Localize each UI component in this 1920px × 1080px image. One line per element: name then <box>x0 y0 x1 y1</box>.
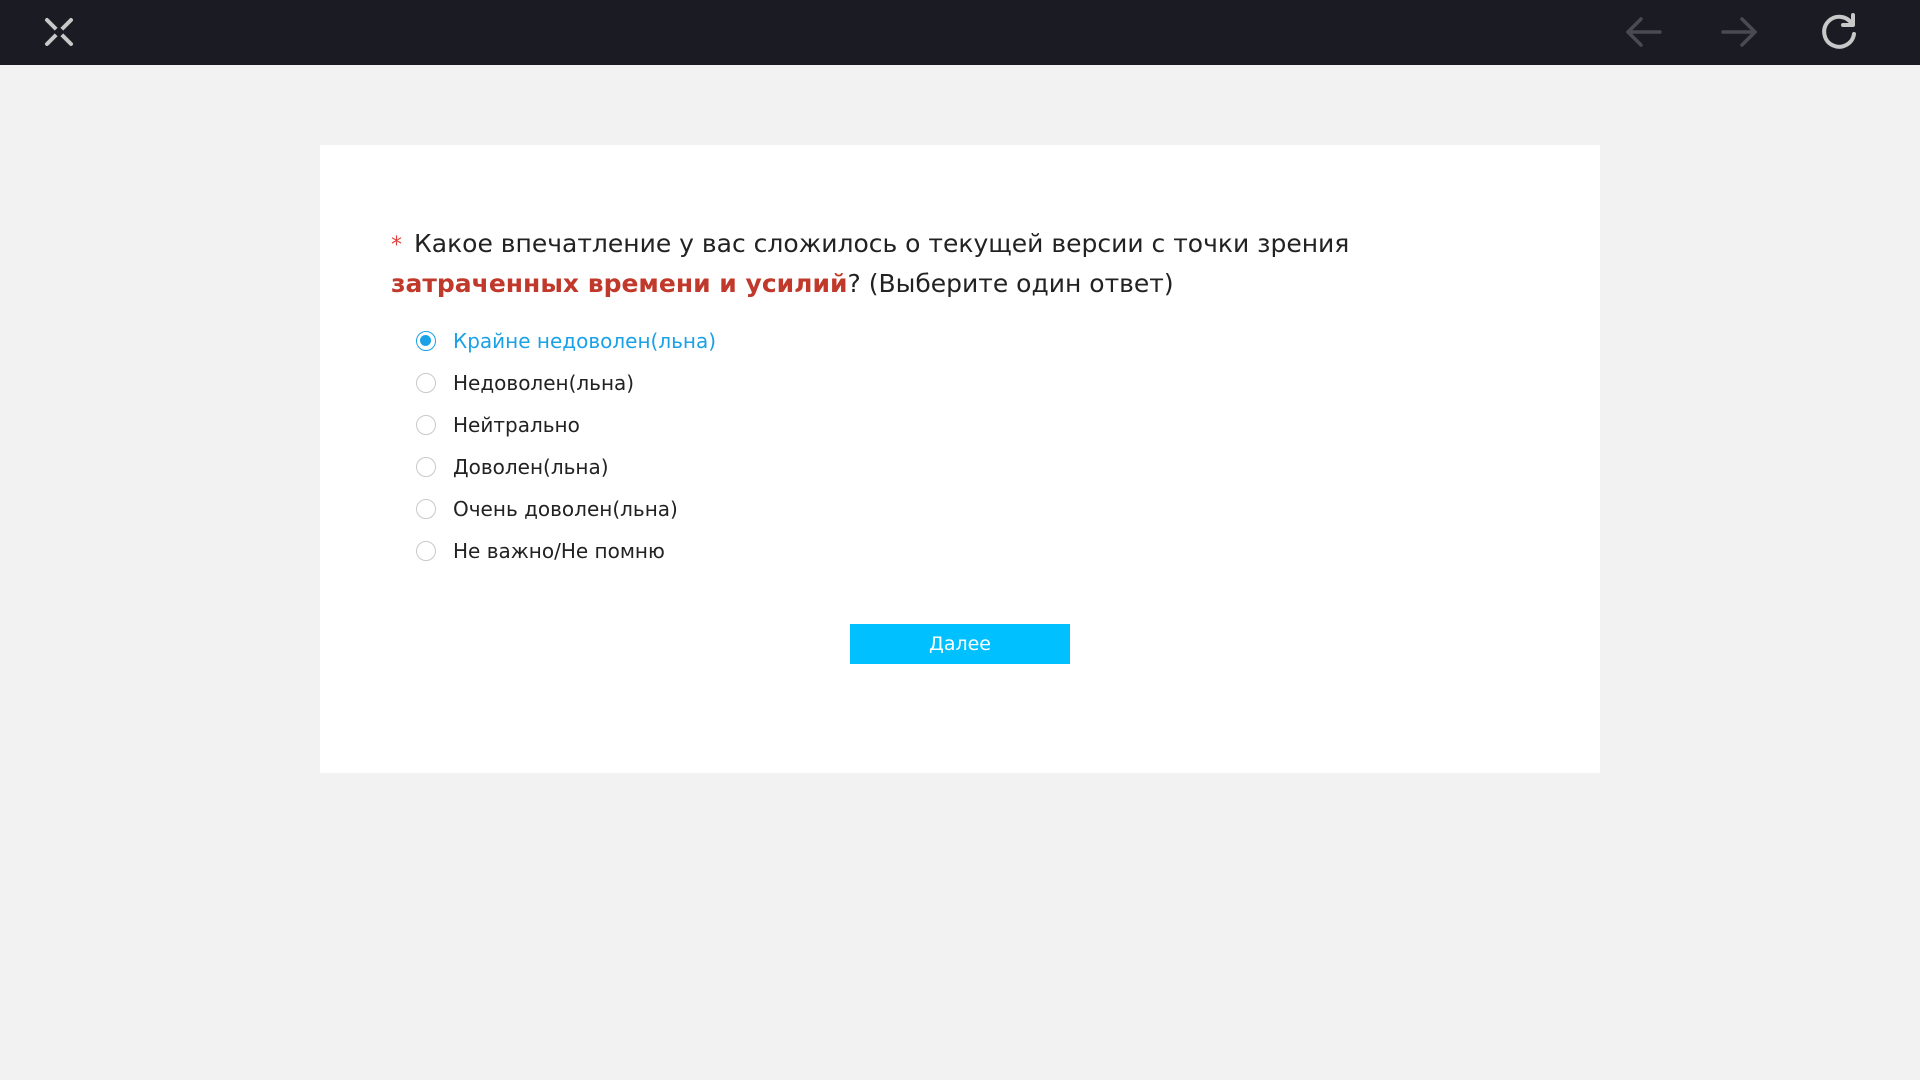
radio-button[interactable] <box>416 415 436 435</box>
next-button[interactable]: Далее <box>850 624 1070 664</box>
option-label: Недоволен(льна) <box>453 371 635 395</box>
question-highlight: затраченных времени и усилий <box>391 269 848 298</box>
option-very-satisfied[interactable]: Очень доволен(льна) <box>416 488 1116 530</box>
option-label: Очень доволен(льна) <box>453 497 678 521</box>
required-mark: * <box>391 233 402 258</box>
radio-button[interactable] <box>416 373 436 393</box>
close-icon[interactable] <box>35 8 83 56</box>
reload-icon[interactable] <box>1815 8 1863 56</box>
radio-button[interactable] <box>416 331 436 351</box>
survey-card: * Какое впечатление у вас сложилось о тек… <box>320 145 1600 773</box>
option-label: Нейтрально <box>453 413 580 437</box>
option-dont-care[interactable]: Не важно/Не помню <box>416 530 1116 572</box>
option-neutral[interactable]: Нейтрально <box>416 404 1116 446</box>
top-toolbar <box>0 0 1920 65</box>
radio-button[interactable] <box>416 499 436 519</box>
option-label: Не важно/Не помню <box>453 539 665 563</box>
question-text: Какое впечатление у вас сложилось о теку… <box>414 229 1350 258</box>
arrow-right-icon[interactable] <box>1716 8 1764 56</box>
question-suffix: ? (Выберите один ответ) <box>847 269 1174 298</box>
radio-button[interactable] <box>416 457 436 477</box>
radio-button[interactable] <box>416 541 436 561</box>
option-dissatisfied[interactable]: Недоволен(льна) <box>416 362 1116 404</box>
answer-options: Крайне недоволен(льна) Недоволен(льна) Н… <box>416 320 1116 572</box>
option-label: Крайне недоволен(льна) <box>453 329 717 353</box>
arrow-left-icon[interactable] <box>1619 8 1667 56</box>
option-extremely-dissatisfied[interactable]: Крайне недоволен(льна) <box>416 320 1116 362</box>
option-satisfied[interactable]: Доволен(льна) <box>416 446 1116 488</box>
option-label: Доволен(льна) <box>453 455 609 479</box>
survey-question: * Какое впечатление у вас сложилось о тек… <box>391 225 1531 303</box>
